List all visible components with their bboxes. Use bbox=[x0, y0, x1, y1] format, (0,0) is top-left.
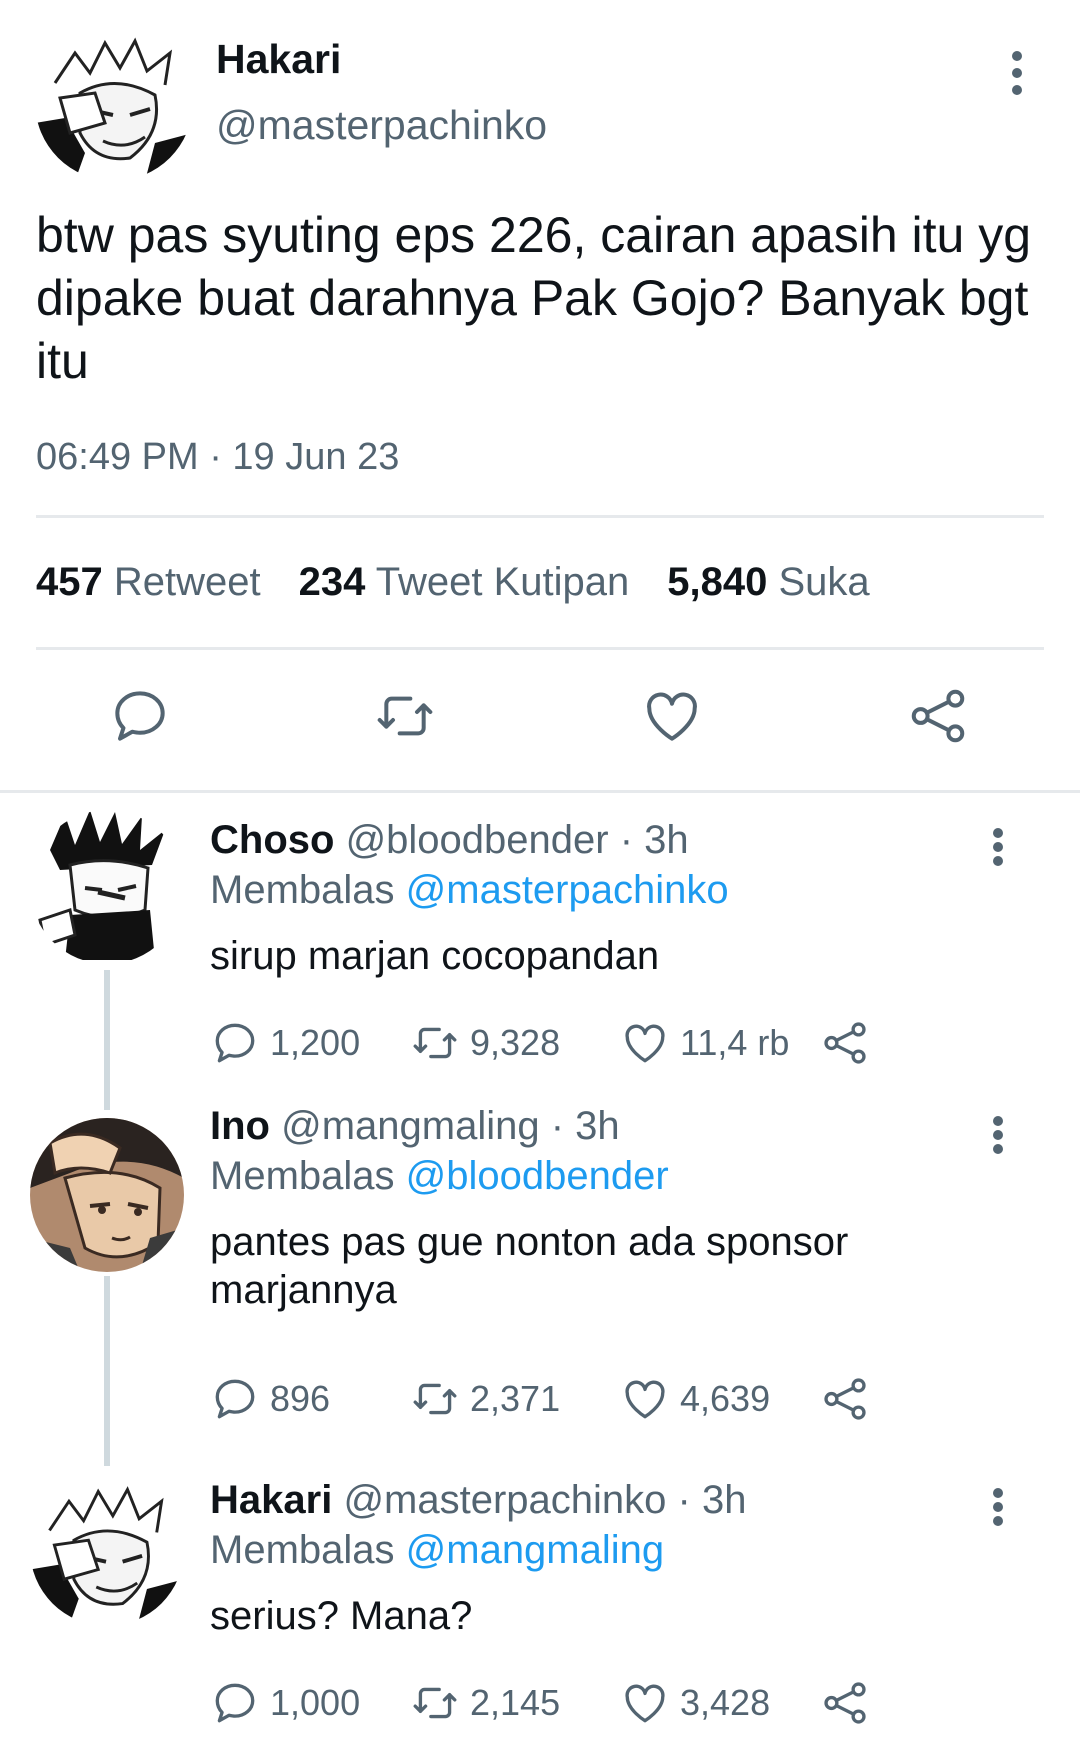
reply-header: Hakari @masterpachinko · 3h bbox=[210, 1478, 746, 1523]
main-tweet: Hakari @masterpachinko btw pas syuting e… bbox=[0, 0, 1080, 792]
tweet-timestamp[interactable]: 06:49 PM · 19 Jun 23 bbox=[36, 436, 399, 479]
reply-icon bbox=[215, 1023, 255, 1063]
reply-text: serius? Mana? bbox=[210, 1594, 473, 1638]
share-button[interactable] bbox=[820, 1678, 870, 1728]
reply-count: 896 bbox=[270, 1378, 331, 1419]
reply-header: Choso @bloodbender · 3h bbox=[210, 818, 689, 863]
reply-actions: 896 2,371 4,639 bbox=[210, 1374, 930, 1424]
share-icon bbox=[824, 1022, 866, 1064]
like-count: 5,840 bbox=[667, 560, 768, 604]
avatar-choso[interactable] bbox=[30, 810, 184, 964]
retweet-label: Retweet bbox=[113, 560, 261, 604]
thread-line bbox=[104, 1276, 110, 1466]
reply-tweet[interactable]: Hakari @masterpachinko · 3h Membalas @ma… bbox=[0, 1470, 1080, 1755]
replying-to: Membalas @masterpachinko bbox=[210, 868, 729, 913]
reply-button[interactable]: 1,000 bbox=[210, 1678, 360, 1728]
share-icon bbox=[824, 1378, 866, 1420]
mention-link[interactable]: @masterpachinko bbox=[406, 868, 729, 912]
reply-author-meta[interactable]: @masterpachinko · 3h bbox=[343, 1478, 746, 1522]
mention-link[interactable]: @mangmaling bbox=[406, 1528, 665, 1572]
reply-author-meta[interactable]: @bloodbender · 3h bbox=[346, 818, 689, 862]
reply-author-name[interactable]: Choso bbox=[210, 818, 334, 862]
retweet-stat[interactable]: 457 Retweet bbox=[36, 560, 261, 605]
retweet-button[interactable]: 2,145 bbox=[410, 1678, 560, 1728]
avatar-hakari[interactable] bbox=[30, 1472, 184, 1626]
reply-button[interactable]: 896 bbox=[210, 1374, 330, 1424]
replying-label: Membalas bbox=[210, 1154, 395, 1198]
replying-label: Membalas bbox=[210, 868, 395, 912]
author-handle[interactable]: @masterpachinko bbox=[216, 102, 547, 149]
reply-count: 1,000 bbox=[270, 1682, 361, 1723]
reply-header: Ino @mangmaling · 3h bbox=[210, 1104, 620, 1149]
tweet-text: btw pas syuting eps 226, cairan apasih i… bbox=[36, 207, 1032, 389]
share-icon[interactable] bbox=[906, 684, 970, 748]
more-options-icon[interactable] bbox=[983, 1110, 1013, 1160]
reply-author-name[interactable]: Hakari bbox=[210, 1478, 332, 1522]
reply-icon[interactable] bbox=[108, 684, 172, 748]
like-icon bbox=[625, 1380, 665, 1419]
retweet-icon[interactable] bbox=[373, 684, 437, 748]
like-icon[interactable] bbox=[640, 684, 704, 748]
mention-link[interactable]: @bloodbender bbox=[406, 1154, 669, 1198]
reply-icon bbox=[215, 1683, 255, 1723]
thread-line bbox=[104, 970, 110, 1110]
retweet-icon bbox=[413, 1027, 457, 1059]
retweet-icon bbox=[413, 1383, 457, 1415]
like-count: 3,428 bbox=[680, 1682, 771, 1723]
like-button[interactable]: 3,428 bbox=[620, 1678, 770, 1728]
divider bbox=[36, 647, 1044, 650]
like-icon bbox=[625, 1684, 665, 1723]
retweet-count: 9,328 bbox=[470, 1022, 561, 1063]
section-separator bbox=[0, 790, 1080, 793]
avatar-ino[interactable] bbox=[30, 1118, 184, 1272]
retweet-button[interactable]: 2,371 bbox=[410, 1374, 560, 1424]
reply-button[interactable]: 1,200 bbox=[210, 1018, 360, 1068]
replying-to: Membalas @mangmaling bbox=[210, 1528, 664, 1573]
reply-tweet[interactable]: Ino @mangmaling · 3h Membalas @bloodbend… bbox=[0, 1104, 1080, 1466]
retweet-button[interactable]: 9,328 bbox=[410, 1018, 560, 1068]
share-icon bbox=[824, 1682, 866, 1724]
author-name[interactable]: Hakari bbox=[216, 36, 341, 83]
reply-actions: 1,200 9,328 11,4 rb bbox=[210, 1018, 930, 1068]
retweet-count: 2,145 bbox=[470, 1682, 561, 1723]
avatar-hakari[interactable] bbox=[35, 23, 193, 181]
like-stat[interactable]: 5,840 Suka bbox=[667, 560, 869, 605]
reply-actions: 1,000 2,145 3,428 bbox=[210, 1678, 930, 1728]
retweet-count: 2,371 bbox=[470, 1378, 561, 1419]
divider bbox=[36, 515, 1044, 518]
like-label: Suka bbox=[778, 560, 870, 604]
reply-tweet[interactable]: Choso @bloodbender · 3h Membalas @master… bbox=[0, 810, 1080, 1110]
share-button[interactable] bbox=[820, 1374, 870, 1424]
quote-stat[interactable]: 234 Tweet Kutipan bbox=[299, 560, 630, 605]
like-count: 11,4 rb bbox=[680, 1022, 790, 1063]
replying-label: Membalas bbox=[210, 1528, 395, 1572]
more-options-icon[interactable] bbox=[983, 1482, 1013, 1532]
quote-count: 234 bbox=[298, 560, 366, 604]
retweet-icon bbox=[413, 1687, 457, 1719]
tweet-stats: 457 Retweet 234 Tweet Kutipan 5,840 Suka bbox=[36, 560, 870, 605]
share-button[interactable] bbox=[820, 1018, 870, 1068]
like-button[interactable]: 11,4 rb bbox=[620, 1018, 789, 1068]
reply-author-name[interactable]: Ino bbox=[210, 1104, 270, 1148]
retweet-count: 457 bbox=[36, 560, 103, 604]
reply-text: pantes pas gue nonton ada sponsor marjan… bbox=[210, 1220, 849, 1312]
replying-to: Membalas @bloodbender bbox=[210, 1154, 669, 1199]
more-options-icon[interactable] bbox=[1002, 45, 1032, 101]
like-count: 4,639 bbox=[680, 1378, 771, 1419]
reply-count: 1,200 bbox=[270, 1022, 361, 1063]
quote-label: Tweet Kutipan bbox=[375, 560, 630, 604]
more-options-icon[interactable] bbox=[983, 822, 1013, 872]
like-icon bbox=[625, 1024, 665, 1063]
like-button[interactable]: 4,639 bbox=[620, 1374, 770, 1424]
reply-icon bbox=[215, 1379, 255, 1419]
tweet-actions bbox=[0, 684, 1080, 754]
reply-author-meta[interactable]: @mangmaling · 3h bbox=[281, 1104, 620, 1148]
reply-text: sirup marjan cocopandan bbox=[210, 934, 660, 978]
